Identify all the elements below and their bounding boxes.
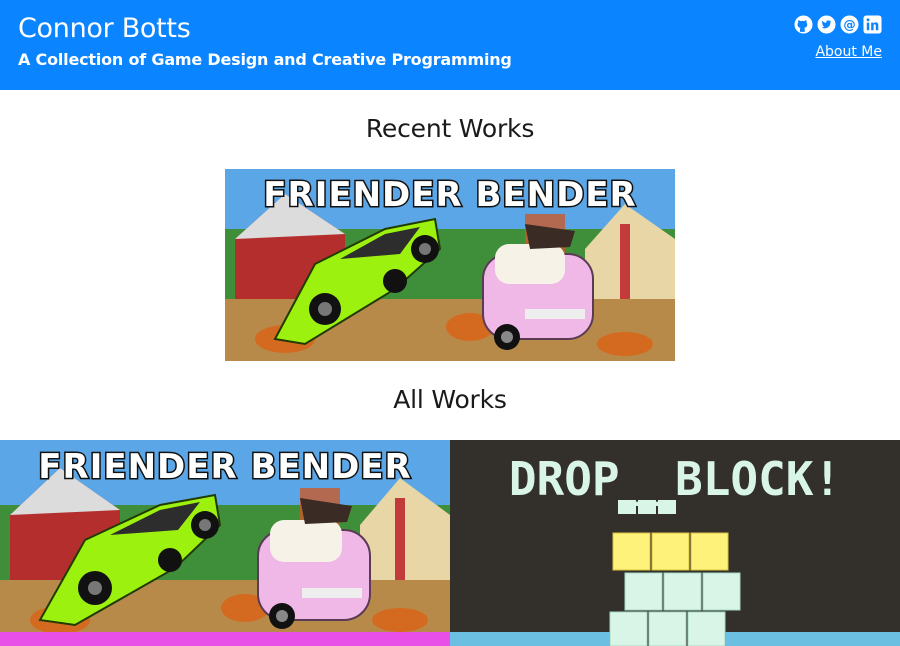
drop-block-thumbnail: DROP__BLOCK! [450,440,900,646]
work-card-drop-block[interactable]: DROP__BLOCK! [450,440,900,646]
twitter-icon[interactable] [817,15,836,34]
site-subtitle: A Collection of Game Design and Creative… [18,50,512,69]
drop-block-title-art: DROP__BLOCK! [509,452,841,506]
github-icon[interactable] [794,15,813,34]
site-header: Connor Botts A Collection of Game Design… [0,0,900,90]
recent-works-heading: Recent Works [365,114,535,143]
linkedin-icon[interactable] [863,15,882,34]
site-title[interactable]: Connor Botts [18,13,191,44]
friender-bender-title-art: FRIENDER BENDER [263,175,636,215]
friender-bender-thumbnail: FRIENDER BENDER [0,440,450,646]
svg-text:@: @ [843,18,855,32]
social-links: @ [794,15,882,34]
work-card-friender-bender[interactable]: FRIENDER BENDER [0,440,450,646]
friender-bender-title-art: FRIENDER BENDER [38,447,411,487]
friender-bender-thumbnail: FRIENDER BENDER [225,169,675,361]
card-accent-strip [0,632,450,646]
email-icon[interactable]: @ [840,15,859,34]
all-works-heading: All Works [393,385,507,414]
recent-work-friender-bender[interactable]: FRIENDER BENDER [225,169,675,361]
about-me-link[interactable]: About Me [815,44,882,60]
